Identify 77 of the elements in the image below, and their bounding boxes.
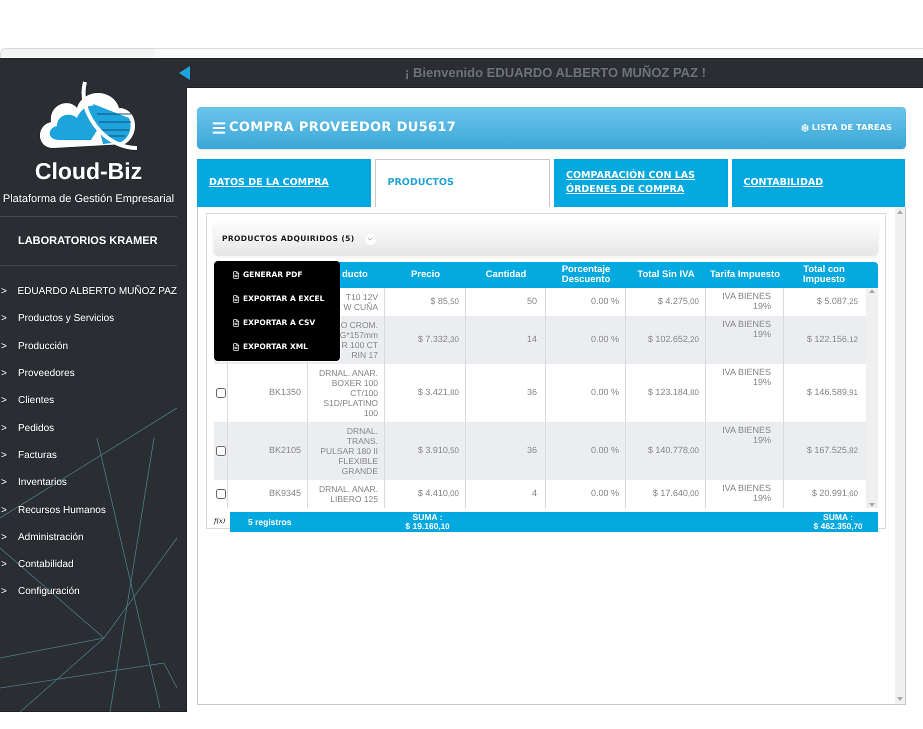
table-cell-text: $ 20.991,60 — [812, 487, 858, 500]
table-cell-text: $ 146.589,91 — [806, 386, 858, 400]
company-name: LABORATORIOS KRAMER — [18, 234, 158, 248]
document-icon — [232, 343, 240, 351]
document-icon — [232, 271, 240, 279]
document-icon — [232, 295, 240, 303]
table-cell-text: $ 3.910,50 — [418, 444, 459, 458]
sidebar-item[interactable]: > Productos y Servicios — [0, 305, 177, 333]
sidebar-item[interactable]: > EDUARDO ALBERTO MUÑOZ PAZ — [0, 278, 177, 306]
table-cell-text: 14 — [526, 333, 537, 346]
sidebar-item[interactable]: > Recursos Humanos — [0, 496, 177, 524]
table-cell-text: 50 — [526, 295, 537, 308]
document-icon — [232, 319, 240, 327]
scroll-down-icon[interactable] — [897, 696, 903, 702]
table-cell-text: IVA BIENES 19% — [721, 483, 771, 505]
table-scrollbar[interactable] — [866, 288, 878, 508]
sidebar-item[interactable]: > Pedidos — [0, 414, 177, 442]
table-cell-text: $ 4.410,00 — [418, 487, 459, 500]
sum-label: SUMA : — [823, 513, 853, 522]
table-cell: O CROM. G*157mm R 100 CT RIN 17 — [340, 320, 378, 360]
row-checkbox[interactable] — [216, 446, 226, 456]
page-title: COMPRA PROVEEDOR DU5617 — [229, 119, 456, 138]
table-cell-text: 0.00 % — [590, 333, 619, 346]
table-cell: DRNAL. ANAR. LIBERO 125 — [318, 484, 378, 504]
table-cell: T10 12V W CUÑA — [344, 292, 378, 312]
sidebar-item[interactable]: > Inventarios — [0, 469, 177, 496]
menu-icon[interactable] — [211, 120, 227, 136]
table-cell: DRNAL. ANAR. BOXER 100 CT/100 S1D/PLATINO 100 — [318, 368, 378, 418]
sidebar-item[interactable]: > Contabilidad — [0, 550, 177, 578]
sum-label: SUMA : — [412, 513, 442, 522]
welcome-text: ¡ Bienvenido EDUARDO ALBERTO MUÑOZ PAZ ! — [404, 64, 707, 82]
table-cell-text: BK9345 — [268, 487, 301, 500]
sidebar-item[interactable]: > Administración — [0, 524, 177, 551]
record-count: 5 registros — [248, 518, 292, 526]
table-cell-text: 0.00 % — [590, 386, 619, 400]
table-cell-text: 0.00 % — [590, 444, 619, 458]
table-cell-text: $ 167.525,82 — [806, 444, 858, 458]
brand-name: Cloud-Biz — [34, 160, 142, 183]
table-cell-text: IVA BIENES 19% — [721, 425, 771, 447]
panel-scrollbar[interactable] — [895, 207, 905, 704]
sum-value: $ 462.350,70 — [814, 522, 862, 531]
collapse-button[interactable] — [364, 234, 376, 244]
table-cell-text: $ 123.184,80 — [648, 386, 699, 400]
table-cell-text: $ 7.332,30 — [418, 333, 459, 346]
table-cell-text: $ 85,50 — [430, 295, 459, 308]
table-cell-text: BK1350 — [268, 386, 301, 400]
sidebar-item[interactable]: > Configuración — [0, 578, 177, 606]
chevron-down-icon — [366, 235, 374, 243]
table-cell-text: $ 102.652,20 — [648, 333, 699, 346]
table-cell-text: $ 17.640,00 — [652, 487, 699, 500]
scroll-up-icon[interactable] — [897, 209, 903, 215]
scroll-down-icon[interactable] — [869, 502, 875, 508]
table-cell-text: $ 5.087,25 — [816, 295, 858, 308]
table-cell-text: $ 140.778,00 — [648, 444, 699, 458]
table-cell-text: $ 4.275,00 — [658, 295, 699, 308]
table-cell-text: BK2105 — [268, 444, 301, 458]
table-cell-text: 0.00 % — [590, 487, 619, 500]
table-cell-text: IVA BIENES 19% — [721, 319, 771, 341]
row-checkbox[interactable] — [216, 489, 226, 499]
sidebar-item[interactable]: > Facturas — [0, 442, 177, 470]
table-cell-text: $ 122.156,12 — [806, 333, 858, 346]
table-cell-text: 36 — [526, 386, 537, 400]
table-cell-text: 36 — [526, 444, 537, 458]
row-checkbox[interactable] — [216, 388, 226, 398]
sidebar-item[interactable]: > Clientes — [0, 387, 177, 414]
table-cell-text: 4 — [532, 487, 537, 500]
sum-value: $ 19.160,10 — [405, 522, 450, 531]
table-cell-text: IVA BIENES 19% — [721, 367, 771, 389]
collapse-arrow-icon[interactable] — [179, 66, 191, 80]
gear-icon — [800, 124, 809, 132]
table-cell-text: 0.00 % — [590, 295, 619, 308]
table-cell-text: IVA BIENES 19% — [721, 291, 771, 313]
sidebar-item[interactable]: > Producción — [0, 332, 177, 360]
table-cell: DRNAL. TRANS. PULSAR 180 II FLEXIBLE GRANDE — [320, 426, 378, 476]
table-cell-text: $ 3.421,80 — [418, 386, 459, 400]
sidebar-item[interactable]: > Proveedores — [0, 360, 177, 388]
brand-tagline: Plataforma de Gestión Empresarial — [2, 192, 174, 207]
